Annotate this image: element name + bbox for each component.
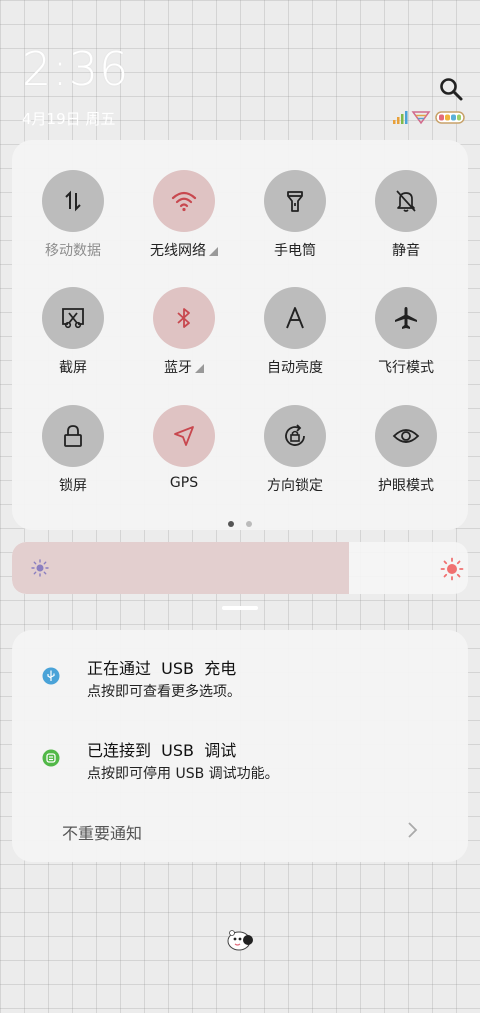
tile-mobile-data-toggle[interactable] [42, 170, 104, 232]
notification-title: 正在通过 USB 充电 [87, 659, 237, 678]
tile-wifi[interactable]: 无线网络 [134, 170, 234, 260]
tile-bluetooth-toggle[interactable] [153, 287, 215, 349]
tile-eye-care[interactable]: 护眼模式 [356, 405, 456, 495]
brightness-high-icon [440, 557, 464, 581]
battery-icon [435, 111, 465, 124]
unimportant-notifications-row[interactable]: 不重要通知 [12, 820, 468, 856]
tile-mobile-data-label: 移动数据 [45, 243, 101, 259]
date[interactable]: 4月19日 周五 [22, 108, 115, 129]
tile-airplane-toggle[interactable] [375, 287, 437, 349]
bluetooth-icon [177, 308, 190, 328]
tile-gps-toggle[interactable] [153, 405, 215, 467]
rotation-lock-icon [285, 424, 305, 446]
tile-auto-brightness[interactable]: 自动亮度 [245, 287, 345, 377]
tile-lock-screen[interactable]: 锁屏 [23, 405, 123, 495]
tile-flashlight-label: 手电筒 [274, 243, 316, 259]
tile-rotation-lock-label: 方向锁定 [267, 478, 323, 494]
brightness-slider-fill [12, 542, 350, 594]
airplane-icon [395, 307, 417, 329]
tile-eye-care-toggle[interactable] [375, 405, 437, 467]
tile-airplane-label: 飞行模式 [378, 360, 434, 376]
android-debug-icon [42, 749, 60, 767]
expand-triangle-icon[interactable] [195, 364, 204, 373]
auto-brightness-icon [286, 307, 304, 329]
tile-bluetooth-label: 蓝牙 [164, 360, 192, 376]
tile-wifi-label: 无线网络 [150, 243, 206, 259]
tile-airplane[interactable]: 飞行模式 [356, 287, 456, 377]
signal-bars-icon [393, 111, 408, 124]
tile-gps[interactable]: GPS [134, 405, 234, 491]
tile-flashlight-toggle[interactable] [264, 170, 326, 232]
wifi-icon [411, 111, 431, 125]
flashlight-icon [287, 191, 303, 212]
tile-mute[interactable]: 静音 [356, 170, 456, 260]
tile-mute-label: 静音 [392, 243, 420, 259]
tile-wifi-toggle[interactable] [153, 170, 215, 232]
tile-gps-label: GPS [169, 475, 199, 491]
tile-mute-toggle[interactable] [375, 170, 437, 232]
clock[interactable]: 2:36 [22, 46, 129, 92]
tile-rotation-lock[interactable]: 方向锁定 [245, 405, 345, 495]
drag-handle[interactable] [222, 606, 258, 610]
quick-settings-panel: 移动数据 无线网络 手电筒 静音 截屏 蓝牙 自动亮度 飞行模式 锁屏 GPS … [12, 140, 468, 530]
status-icons [392, 108, 466, 126]
tile-flashlight[interactable]: 手电筒 [245, 170, 345, 260]
tile-lock-screen-label: 锁屏 [59, 478, 87, 494]
brightness-slider[interactable] [12, 542, 468, 594]
search-button[interactable] [438, 76, 464, 102]
mute-bell-icon [396, 190, 416, 212]
notification-usb-charging[interactable]: 正在通过 USB 充电 点按即可查看更多选项。 [12, 655, 468, 719]
tile-auto-brightness-label: 自动亮度 [267, 360, 323, 376]
notification-usb-debug[interactable]: 已连接到 USB 调试 点按即可停用 USB 调试功能。 [12, 737, 468, 801]
tile-eye-care-label: 护眼模式 [378, 478, 434, 494]
notification-text: 点按即可停用 USB 调试功能。 [87, 766, 279, 782]
wifi-icon [171, 191, 197, 212]
screenshot-icon [62, 308, 84, 329]
notification-text: 点按即可查看更多选项。 [87, 684, 241, 700]
page-indicator-active [228, 521, 234, 527]
tile-bluetooth-label-wrap: 蓝牙 [134, 357, 234, 377]
search-icon [440, 78, 463, 101]
tile-lock-screen-toggle[interactable] [42, 405, 104, 467]
tile-auto-brightness-toggle[interactable] [264, 287, 326, 349]
mascot-sticker-icon [227, 930, 253, 951]
brightness-low-icon [31, 559, 49, 577]
expand-triangle-icon[interactable] [209, 247, 218, 256]
notification-panel: 正在通过 USB 充电 点按即可查看更多选项。 已连接到 USB 调试 点按即可… [12, 630, 468, 862]
notification-title: 已连接到 USB 调试 [87, 741, 237, 760]
tile-screenshot-label: 截屏 [59, 360, 87, 376]
mobile-data-icon [65, 190, 81, 212]
tile-mobile-data[interactable]: 移动数据 [23, 170, 123, 260]
eye-icon [392, 429, 420, 443]
lock-icon [64, 425, 82, 447]
tile-wifi-label-wrap: 无线网络 [134, 240, 234, 260]
tile-screenshot-toggle[interactable] [42, 287, 104, 349]
usb-icon [42, 667, 60, 685]
page-indicator[interactable] [246, 521, 252, 527]
tile-bluetooth[interactable]: 蓝牙 [134, 287, 234, 377]
chevron-right-icon [408, 822, 418, 838]
unimportant-notifications-label: 不重要通知 [62, 824, 143, 843]
tile-rotation-lock-toggle[interactable] [264, 405, 326, 467]
location-arrow-icon [174, 426, 194, 446]
tile-screenshot[interactable]: 截屏 [23, 287, 123, 377]
